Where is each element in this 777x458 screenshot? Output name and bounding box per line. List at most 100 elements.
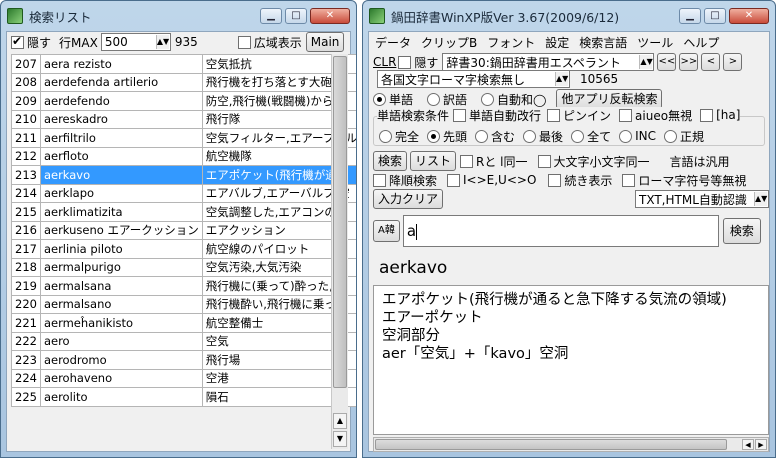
rl-same-checkbox[interactable] [460, 154, 474, 168]
row-number: 211 [11, 128, 41, 148]
search-button[interactable]: 検索 [373, 151, 408, 171]
ie-uo-checkbox[interactable] [447, 173, 461, 187]
definition-line: エアポケット(飛行機が通ると急下降する気流の領域) [382, 292, 727, 308]
clr-button[interactable]: CLR [373, 55, 396, 69]
match-option-radio[interactable] [663, 129, 677, 143]
definition-line: aer「空気」+「kavo」空洞 [382, 346, 569, 362]
radio-auto[interactable] [481, 92, 495, 106]
menu-item[interactable]: ヘルプ [683, 34, 719, 51]
spinner-icon[interactable]: ▲▼ [155, 35, 169, 49]
table-row[interactable]: 212 aerfloto 航空機隊 [11, 146, 356, 166]
match-option-radio[interactable] [475, 129, 489, 143]
list-button[interactable]: リスト [410, 151, 457, 171]
table-row[interactable]: 223 aerodromo 飛行場 [11, 350, 356, 370]
scroll-thumb[interactable] [333, 56, 347, 388]
aiueo-ignore-checkbox[interactable] [619, 108, 633, 122]
auto-newline-checkbox[interactable] [453, 108, 467, 122]
minimize-icon[interactable]: ▁ [260, 8, 282, 24]
minimize-icon[interactable]: ▁ [679, 8, 701, 24]
menu-item[interactable]: 設定 [545, 34, 569, 51]
close-icon[interactable]: ✕ [729, 8, 769, 24]
next-button[interactable]: > [723, 53, 743, 71]
dictionary-select[interactable]: 辞書30:鍋田辞書用エスペラント ▲▼ [442, 53, 655, 71]
word-cell: aerolito [39, 387, 203, 407]
vertical-scrollbar[interactable]: ▲ ▼ [331, 54, 348, 449]
dropdown-icon[interactable]: ▲▼ [639, 55, 653, 69]
table-row[interactable]: 222 aero 空気 [11, 331, 356, 351]
hide-checkbox[interactable] [398, 55, 412, 69]
radio-translation[interactable] [427, 92, 441, 106]
menu-item[interactable]: クリップB [421, 34, 477, 51]
table-row[interactable]: 208 aerdefenda artilerio 飛行機を打ち落とす大砲 [11, 72, 356, 92]
search-submit-button[interactable]: 検索 [722, 218, 761, 244]
maximize-icon[interactable]: □ [704, 8, 726, 24]
table-row[interactable]: 210 aereskadro 飛行隊 [11, 109, 356, 129]
scroll-right-icon[interactable]: ▶ [755, 439, 767, 450]
menu-item[interactable]: データ [375, 34, 411, 51]
scroll-down-icon[interactable]: ▼ [333, 431, 347, 447]
close-icon[interactable]: ✕ [310, 8, 350, 24]
table-row[interactable]: 209 aerdefendo 防空,飛行機(戦闘機)から [11, 91, 356, 111]
scroll-left-icon[interactable]: ◀ [742, 439, 754, 450]
table-row[interactable]: 213 aerkavo エアポケット(飛行機が通る [11, 165, 356, 185]
match-option-label: 含む [491, 129, 516, 144]
hide-label: 隠す [27, 35, 52, 50]
table-row[interactable]: 224 aerohaveno 空港 [11, 368, 356, 388]
window-title: 検索リスト [29, 9, 92, 25]
first-page-button[interactable]: << [657, 53, 677, 71]
main-button[interactable]: Main [305, 32, 345, 52]
word-cell: aero [39, 331, 203, 351]
table-row[interactable]: 221 aermeĥanikisto 航空整備士 [11, 313, 356, 333]
dropdown-icon[interactable]: ▲▼ [754, 192, 767, 206]
table-row[interactable]: 218 aermalpurigo 空気汚染,大気汚染 [11, 257, 356, 277]
ha-checkbox[interactable] [700, 108, 714, 122]
maximize-icon[interactable]: □ [285, 8, 307, 24]
continuous-display-checkbox[interactable] [548, 173, 562, 187]
match-option-radio[interactable] [571, 129, 585, 143]
ie-uo-label: I<>E,U<>O [463, 173, 537, 187]
korean-toggle-button[interactable]: A韓 [373, 220, 400, 242]
horizontal-scrollbar[interactable]: ◀ ▶ [373, 437, 769, 452]
table-row[interactable]: 215 aerklimatizita 空気調整した,エアコンの効 [11, 202, 356, 222]
table-row[interactable]: 207 aera rezisto 空気抵抗 [11, 54, 356, 74]
auto-newline-label: 単語自動改行 [469, 108, 542, 123]
hscroll-thumb[interactable] [375, 439, 727, 450]
table-row[interactable]: 220 aermalsano 飛行機酔い,飛行機に乗っ [11, 294, 356, 314]
word-cell: aerohaveno [39, 368, 203, 388]
rl-same-label: Rと l同一 [476, 154, 528, 169]
dictionary-client: データ クリップB フォント 設定 検索言語 ツール ヘルプ CLR 隠す 辞書30:鍋田辞… [368, 31, 770, 452]
roman-ignore-checkbox[interactable] [622, 173, 636, 187]
desc-order-checkbox[interactable] [373, 173, 386, 187]
mode-select[interactable]: 各国文字ローマ字検索無し ▲▼ [377, 70, 570, 88]
format-select[interactable]: TXT,HTML自動認識 ▲▼ [635, 190, 769, 208]
table-row[interactable]: 211 aerfiltrilo 空気フィルター,エアーフィル [11, 128, 356, 148]
table-row[interactable]: 225 aerolito 隕石 [11, 387, 356, 407]
case-same-checkbox[interactable] [537, 154, 551, 168]
table-row[interactable]: 217 aerlinia piloto 航空線のパイロット [11, 239, 356, 259]
input-clear-button[interactable]: 入力クリア [373, 189, 444, 209]
match-option-radio[interactable] [523, 129, 537, 143]
last-page-button[interactable]: >> [679, 53, 699, 71]
match-option-radio[interactable] [619, 129, 633, 143]
table-row[interactable]: 214 aerklapo エアバルブ,エアーバルブ,空 [11, 183, 356, 203]
prev-button[interactable]: < [701, 53, 721, 71]
rowmax-select[interactable]: 500 ▲▼ [100, 33, 171, 51]
match-option-radio[interactable] [427, 129, 441, 143]
query-input[interactable]: a [402, 215, 719, 247]
search-condition-label: 単語検索条件 [377, 108, 450, 123]
table-row[interactable]: 219 aermalsana 飛行機に(乗って)酔った,飛 [11, 276, 356, 296]
scroll-up-icon[interactable]: ▲ [333, 413, 347, 429]
radio-word[interactable] [373, 92, 386, 106]
match-option-label: 先頭 [443, 129, 468, 144]
hide-checkbox[interactable] [11, 34, 24, 49]
table-row[interactable]: 216 aerkuseno エアークッション エアクッション [11, 220, 356, 240]
row-number: 217 [11, 239, 41, 259]
menu-item[interactable]: 検索言語 [579, 34, 627, 51]
pinyin-checkbox[interactable] [547, 108, 561, 122]
menu-item[interactable]: ツール [637, 34, 673, 51]
wide-display-checkbox[interactable] [237, 35, 251, 49]
dropdown-icon[interactable]: ▲▼ [555, 72, 568, 86]
word-cell: aermalpurigo [39, 257, 203, 277]
menu-item[interactable]: フォント [487, 34, 535, 51]
match-option-radio[interactable] [379, 129, 392, 143]
